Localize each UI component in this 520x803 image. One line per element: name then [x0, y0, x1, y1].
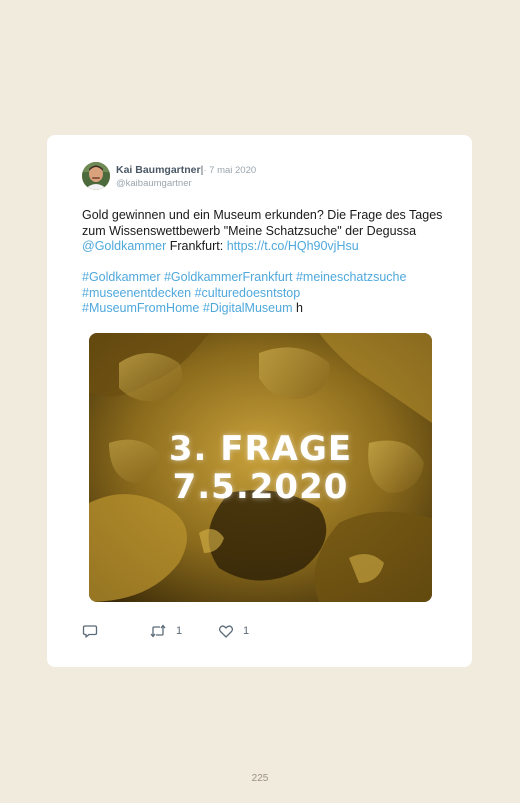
tweet-actions: 1 1	[82, 623, 442, 641]
hashtags-line-1[interactable]: #Goldkammer #GoldkammerFrankfurt #meines…	[82, 270, 406, 284]
tweet-date[interactable]: · 7 mai 2020	[203, 165, 256, 176]
reply-button[interactable]	[82, 623, 98, 639]
tweet-media[interactable]: 3. FRAGE 7.5.2020	[89, 333, 432, 602]
hashtags-line-3[interactable]: #MuseumFromHome #DigitalMuseum	[82, 301, 292, 315]
user-handle[interactable]: @kaibaumgartner	[116, 177, 436, 190]
hashtags-line-2[interactable]: #museenentdecken #culturedoesntstop	[82, 286, 300, 300]
tweet-text-middle: Frankfurt:	[166, 239, 227, 253]
avatar[interactable]	[82, 162, 110, 190]
tweet-text-trailing: h	[292, 301, 303, 315]
like-count: 1	[243, 625, 250, 637]
user-block: Kai Baumgartner|· 7 mai 2020 @kaibaumgar…	[116, 164, 436, 190]
user-name[interactable]: Kai Baumgartner	[116, 164, 201, 176]
like-button[interactable]: 1	[218, 623, 249, 639]
retweet-count: 1	[176, 625, 183, 637]
page-number: 225	[251, 773, 269, 784]
tweet-text-intro: Gold gewinnen und ein Museum erkunden? D…	[82, 208, 443, 238]
tweet-paragraph-main: Gold gewinnen und ein Museum erkunden? D…	[82, 208, 447, 255]
retweet-icon	[150, 624, 166, 638]
media-title: 3. FRAGE	[168, 429, 353, 469]
media-date: 7.5.2020	[172, 467, 349, 507]
avatar-image	[82, 162, 110, 190]
name-line: Kai Baumgartner|· 7 mai 2020	[116, 164, 436, 177]
tweet-header: Kai Baumgartner|· 7 mai 2020 @kaibaumgar…	[82, 162, 442, 192]
mention-link[interactable]: @Goldkammer	[82, 239, 166, 253]
url-link[interactable]: https://t.co/HQh90vjHsu	[227, 239, 359, 253]
tweet-text: Gold gewinnen und ein Museum erkunden? D…	[82, 208, 447, 317]
heart-icon	[218, 625, 234, 638]
retweet-button[interactable]: 1	[149, 623, 182, 639]
tweet-card: Kai Baumgartner|· 7 mai 2020 @kaibaumgar…	[47, 135, 472, 667]
tweet-paragraph-hashtags: #Goldkammer #GoldkammerFrankfurt #meines…	[82, 270, 447, 317]
reply-icon	[82, 625, 98, 638]
